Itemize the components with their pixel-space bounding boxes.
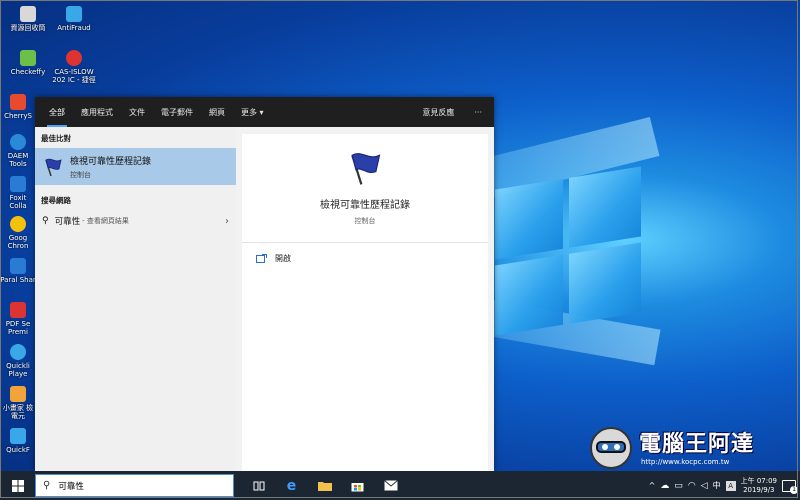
desktop-icon-paint[interactable]: 小畫家 檢電元 [0,386,36,420]
ime-indicator[interactable]: 中 [713,480,721,491]
store-button[interactable] [341,471,374,500]
more-options-button[interactable]: ··· [462,97,494,127]
clock-time: 上午 07:09 [740,476,777,485]
desktop-icon-foxit[interactable]: Foxit Colla [0,176,36,210]
quickf-icon [10,428,26,444]
store-icon [351,482,364,491]
clock-date: 2019/9/3 [743,485,775,494]
daemon-tools-icon [10,134,26,150]
mascot-icon [590,427,632,469]
foxit-icon [10,176,26,192]
desktop-icon-recycle-bin[interactable]: 資源回收筒 [6,6,50,32]
best-match-header: 最佳比對 [41,134,71,143]
mail-icon [383,480,398,491]
desktop-icon-chrome[interactable]: Goog Chron [0,216,36,250]
results-list: 最佳比對 檢視可靠性歷程記錄 控制台 搜尋網路 ⚲ 可靠性 - 查看網頁結果 › [35,127,236,471]
task-view-icon [253,481,264,490]
notification-count-badge: 1 [790,485,798,494]
tab-apps[interactable]: 應用程式 [73,97,121,127]
desktop-icon-daemon[interactable]: DAEM Tools [0,134,36,168]
desktop-icon-cas[interactable]: CAS-ISLOW 202 IC - 捷徑 [52,50,96,84]
chevron-right-icon[interactable]: › [225,216,229,227]
desktop-icon-cherrys[interactable]: CherryS [0,94,36,120]
search-icon: ⚲ [43,480,51,491]
system-tray: ^ ☁ ▭ ◠ ◁ 中 A 上午 07:09 2019/9/3 1 [649,471,798,500]
search-icon: ⚲ [42,216,49,226]
file-explorer-button[interactable] [308,471,341,500]
checkeffy-icon [20,50,36,66]
paint-icon [10,386,26,402]
pdf-icon [10,302,26,318]
web-query: 可靠性 [54,217,81,227]
onedrive-icon[interactable]: ☁ [660,481,669,491]
open-action[interactable]: 開啟 [242,243,488,274]
parallels-icon [10,258,26,274]
best-match-item[interactable]: 檢視可靠性歷程記錄 控制台 [35,148,236,185]
show-hidden-icons-button[interactable]: ^ [649,481,656,490]
edge-icon: e [286,477,297,494]
web-search-header: 搜尋網路 [41,196,71,205]
cas-icon [66,50,82,66]
preview-title: 檢視可靠性歷程記錄 [320,200,410,211]
feedback-button[interactable]: 意見反應 [414,97,462,127]
cherrys-icon [10,94,26,110]
windows-start-icon [11,479,24,492]
task-view-button[interactable] [242,471,275,500]
start-button[interactable] [0,471,35,500]
antifraud-icon [66,6,82,22]
reliability-flag-icon [45,158,62,176]
taskbar: ⚲ e ^ ☁ ▭ ◠ ◁ 中 A 上午 07:09 [0,471,800,500]
preview-subtitle: 控制台 [354,217,376,225]
best-match-subtitle: 控制台 [70,170,91,179]
open-window-icon [256,254,267,263]
web-result-suffix: - 查看網頁結果 [82,217,129,225]
watermark-url: http://www.kocpc.com.tw [641,458,730,466]
keyboard-icon[interactable]: A [725,480,736,491]
network-icon[interactable]: ▭ [674,481,683,491]
mail-button[interactable] [374,471,407,500]
tab-documents[interactable]: 文件 [121,97,153,127]
watermark-title: 電腦王阿達 [639,432,755,457]
desktop-icon-quickf[interactable]: QuickF [0,428,36,454]
best-match-title: 檢視可靠性歷程記錄 [70,156,152,167]
preview-pane: 檢視可靠性歷程記錄 控制台 開啟 [242,134,488,471]
notification-center-button[interactable]: 1 [782,479,798,494]
open-label: 開啟 [275,254,291,263]
web-search-result[interactable]: ⚲ 可靠性 - 查看網頁結果 › [35,210,236,232]
search-filter-bar: 全部 應用程式 文件 電子郵件 網頁 更多 ▾ 意見反應 ··· [35,97,494,127]
wifi-icon[interactable]: ◠ [688,481,696,491]
desktop-icon-parallels[interactable]: Paral Shar [0,258,36,284]
search-input[interactable] [56,479,221,492]
desktop-icon-antifraud[interactable]: AntiFraud [52,6,96,32]
edge-button[interactable]: e [275,471,308,500]
watermark-logo: 電腦王阿達 http://www.kocpc.com.tw [585,420,785,476]
desktop-icon-checkeffy[interactable]: Checkeffy [6,50,50,76]
folder-icon [317,482,332,491]
tab-all[interactable]: 全部 [41,97,73,127]
recycle-bin-icon [20,6,36,22]
tab-web[interactable]: 網頁 [201,97,233,127]
desktop-icon-quicktime[interactable]: Quickli Playe [0,344,36,378]
search-panel: 全部 應用程式 文件 電子郵件 網頁 更多 ▾ 意見反應 ··· 最佳比對 檢視… [35,97,494,471]
reliability-flag-large-icon [351,153,381,185]
taskbar-search-box[interactable]: ⚲ [35,474,234,497]
desktop-icon-pdf[interactable]: PDF Se Premi [0,302,36,336]
clock[interactable]: 上午 07:09 2019/9/3 [741,477,777,495]
quicktime-icon [10,344,26,360]
chrome-icon [10,216,26,232]
tab-more[interactable]: 更多 ▾ [233,97,272,127]
windows-logo-wallpaper [495,166,641,339]
tab-email[interactable]: 電子郵件 [153,97,201,127]
volume-icon[interactable]: ◁ [701,481,708,491]
